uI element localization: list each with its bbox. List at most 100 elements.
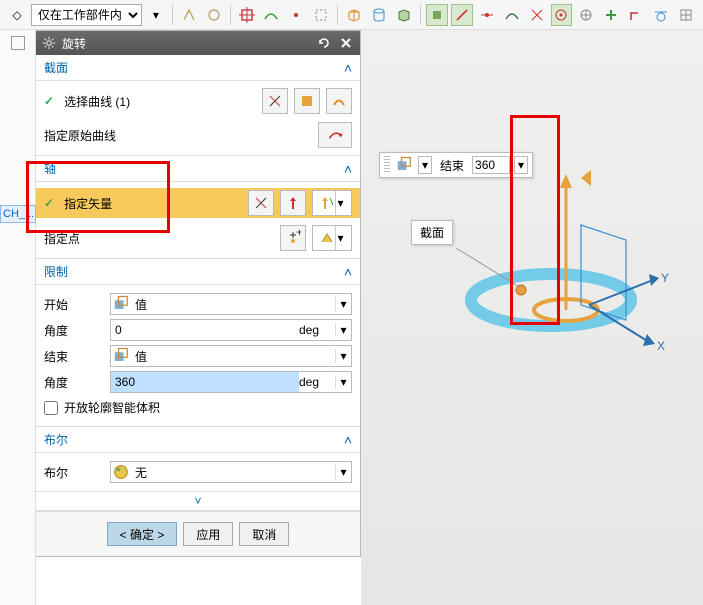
section-body-limit: 开始 值 ▾ 角度 deg ▾ 结束 值 ▾ 角度 xyxy=(36,285,360,427)
apply-button[interactable]: 应用 xyxy=(183,522,233,546)
snap-icon-grid[interactable] xyxy=(675,4,697,26)
sketch-section-icon[interactable] xyxy=(262,88,288,114)
section-title-axis: 轴 xyxy=(44,160,56,177)
start-angle-input[interactable]: deg ▾ xyxy=(110,319,352,341)
tool-icon-shaded[interactable] xyxy=(393,4,415,26)
reset-icon[interactable] xyxy=(316,35,332,51)
origin-curve-label: 指定原始曲线 xyxy=(44,127,312,144)
snap-icon-quadrant[interactable] xyxy=(575,4,597,26)
section-body-section: ✓ 选择曲线 (1) 指定原始曲线 xyxy=(36,81,360,156)
dropdown-icon[interactable]: ▾ xyxy=(335,375,351,389)
open-profile-checkbox[interactable]: 开放轮廓智能体积 xyxy=(44,395,352,420)
snap-icon-endpoint[interactable] xyxy=(451,4,473,26)
snap-icon-center[interactable] xyxy=(551,4,573,26)
reverse-vector-icon[interactable] xyxy=(248,190,274,216)
tool-icon-cylinder[interactable] xyxy=(368,4,390,26)
part-nav-active-tab[interactable]: CH_... xyxy=(0,205,36,223)
section-head-axis[interactable]: 轴 ˄ xyxy=(36,156,360,182)
section-title-bool: 布尔 xyxy=(44,431,68,448)
section-title-limit: 限制 xyxy=(44,263,68,280)
snap-icon-midpoint[interactable] xyxy=(476,4,498,26)
revolve-panel: 旋转 截面 ˄ ✓ 选择曲线 (1) 指定原始曲线 轴 ˄ ✓ 指定矢量 ▾ xyxy=(36,30,361,557)
snap-icon-1[interactable] xyxy=(426,4,448,26)
unit-label: deg xyxy=(299,323,335,337)
svg-text:+: + xyxy=(296,230,301,239)
top-toolbar: ◇ 仅在工作部件内 ▾ xyxy=(0,0,703,30)
end-mode-select[interactable]: 值 ▾ xyxy=(110,345,352,367)
point-dialog-icon[interactable]: + xyxy=(280,225,306,251)
bool-label: 布尔 xyxy=(44,464,104,481)
dropdown-icon[interactable]: ▾ xyxy=(335,297,351,311)
tool-icon-select-red[interactable] xyxy=(236,4,258,26)
section-head-bool[interactable]: 布尔 ˄ xyxy=(36,427,360,453)
collapse-icon: ˄ xyxy=(344,432,352,448)
cancel-button[interactable]: 取消 xyxy=(239,522,289,546)
snap-icon-intersect[interactable] xyxy=(526,4,548,26)
open-profile-label: 开放轮廓智能体积 xyxy=(64,399,160,416)
panel-title: 旋转 xyxy=(62,35,310,52)
gear-icon[interactable] xyxy=(42,36,56,50)
dropdown-icon[interactable]: ▾ xyxy=(335,323,351,337)
close-icon[interactable] xyxy=(338,35,354,51)
origin-curve-icon[interactable] xyxy=(318,122,352,148)
vector-constructor-dropdown[interactable]: ▾ xyxy=(312,190,352,216)
value-mode-icon[interactable] xyxy=(394,155,414,175)
curve-rule-icon[interactable] xyxy=(294,88,320,114)
tool-icon-1[interactable] xyxy=(178,4,200,26)
end-angle-label: 角度 xyxy=(44,374,104,391)
section-body-bool: 布尔 无 ▾ xyxy=(36,453,360,492)
vector-arrow-icon[interactable] xyxy=(280,190,306,216)
value-mode-icon xyxy=(111,294,131,314)
check-icon: ✓ xyxy=(44,196,54,210)
tool-icon-box3d[interactable] xyxy=(343,4,365,26)
section-body-axis: ✓ 指定矢量 ▾ 指定点 + ▾ xyxy=(36,182,360,259)
snap-icon-tangent[interactable] xyxy=(650,4,672,26)
left-nav-strip: CH_... xyxy=(0,30,36,605)
end-label: 结束 xyxy=(44,348,104,365)
start-angle-label: 角度 xyxy=(44,322,104,339)
collapse-icon: ˄ xyxy=(344,60,352,76)
start-mode-select[interactable]: 值 ▾ xyxy=(110,293,352,315)
section-title-section: 截面 xyxy=(44,59,68,76)
specify-vector-row[interactable]: ✓ 指定矢量 ▾ xyxy=(36,188,360,218)
work-part-filter-select[interactable]: 仅在工作部件内 xyxy=(31,4,142,26)
end-angle-input[interactable]: deg ▾ xyxy=(110,371,352,393)
collapse-icon: ˄ xyxy=(344,161,352,177)
open-profile-check[interactable] xyxy=(44,401,58,415)
axis-x-label: X xyxy=(657,339,665,353)
dropdown-icon[interactable]: ▾ xyxy=(335,349,351,363)
ok-button[interactable]: < 确定 > xyxy=(107,522,178,546)
expand-more-icon[interactable]: ˅ xyxy=(36,492,360,511)
toolbar-dropdown-icon[interactable]: ▾ xyxy=(145,4,167,26)
check-icon: ✓ xyxy=(44,94,54,108)
none-icon xyxy=(111,462,131,482)
specify-vector-label: 指定矢量 xyxy=(64,195,242,212)
value-mode-icon xyxy=(111,346,131,366)
grip-icon[interactable] xyxy=(384,156,390,174)
panel-footer: < 确定 > 应用 取消 xyxy=(36,511,360,556)
panel-header: 旋转 xyxy=(36,31,360,55)
start-angle-field[interactable] xyxy=(111,320,299,340)
axis-y-label: Y xyxy=(661,271,669,285)
point-constructor-dropdown[interactable]: ▾ xyxy=(312,225,352,251)
snap-icon-plus[interactable] xyxy=(600,4,622,26)
snap-icon-perp[interactable] xyxy=(625,4,647,26)
end-angle-field[interactable] xyxy=(111,372,299,392)
section-head-section[interactable]: 截面 ˄ xyxy=(36,55,360,81)
tool-icon-curve-green[interactable] xyxy=(261,4,283,26)
collapse-icon: ˄ xyxy=(344,264,352,280)
filter-marker-icon: ◇ xyxy=(6,4,28,26)
tool-icon-point[interactable] xyxy=(285,4,307,26)
dropdown-icon[interactable]: ▾ xyxy=(335,465,351,479)
curve-select-icon[interactable] xyxy=(326,88,352,114)
nav-tab-box[interactable] xyxy=(11,36,25,50)
bool-select[interactable]: 无 ▾ xyxy=(110,461,352,483)
start-label: 开始 xyxy=(44,296,104,313)
unit-label: deg xyxy=(299,375,335,389)
snap-icon-curve[interactable] xyxy=(501,4,523,26)
tool-icon-dashed-box[interactable] xyxy=(310,4,332,26)
specify-point-label: 指定点 xyxy=(44,230,274,247)
section-head-limit[interactable]: 限制 ˄ xyxy=(36,259,360,285)
tool-icon-2[interactable] xyxy=(203,4,225,26)
3d-viewport[interactable]: ▾ 结束 ▾ 截面 Y X xyxy=(361,30,703,605)
